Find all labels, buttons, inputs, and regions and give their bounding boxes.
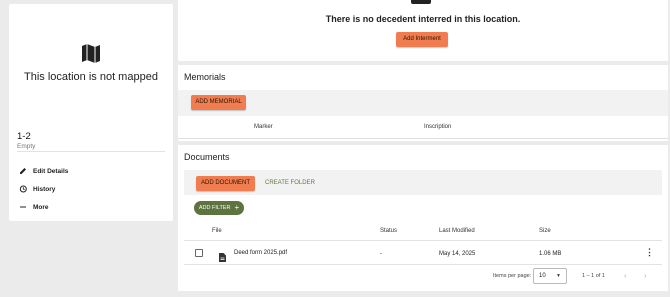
size-column-header[interactable]: Size — [539, 228, 551, 234]
add-filter-button[interactable]: ADD FILTER + — [194, 201, 244, 215]
file-status: - — [380, 251, 382, 257]
memorials-toolbar: ADD MEMORIAL — [178, 90, 668, 116]
file-size: 1.06 MB — [539, 251, 562, 257]
previous-page-icon[interactable]: ‹ — [624, 271, 627, 280]
history-label: History — [33, 185, 56, 193]
inscription-column-header[interactable]: Inscription — [424, 124, 451, 130]
file-last-modified: May 14, 2025 — [439, 251, 476, 257]
documents-title: Documents — [184, 152, 230, 162]
file-column-header[interactable]: File — [212, 228, 222, 234]
more-options-icon[interactable]: ⋮ — [645, 248, 654, 257]
interment-card: There is no decedent interred in this lo… — [178, 0, 668, 61]
add-interment-button[interactable]: Add Interment — [396, 32, 448, 47]
more-label: More — [33, 203, 49, 211]
next-page-icon[interactable]: › — [644, 271, 647, 280]
add-memorial-button[interactable]: ADD MEMORIAL — [191, 95, 246, 110]
add-filter-label: ADD FILTER — [198, 205, 231, 211]
no-decedent-message: There is no decedent interred in this lo… — [325, 14, 521, 24]
edit-details-label: Edit Details — [33, 167, 69, 175]
map-icon — [81, 43, 101, 69]
dash-icon — [19, 203, 27, 211]
documents-card: Documents ADD DOCUMENT CREATE FOLDER ADD… — [178, 145, 668, 291]
more-button[interactable]: More — [19, 203, 49, 211]
plus-icon: + — [234, 203, 240, 212]
divider — [184, 264, 662, 265]
pencil-icon — [19, 167, 27, 175]
documents-toolbar — [184, 170, 662, 195]
memorials-card: Memorials ADD MEMORIAL Marker Inscriptio… — [178, 65, 668, 141]
not-mapped-message: This location is not mapped — [24, 71, 158, 83]
location-status: Empty — [17, 143, 36, 150]
items-per-page-label: Items per page: — [493, 273, 532, 279]
items-per-page-value: 10 — [539, 273, 546, 279]
divider — [17, 151, 165, 152]
edit-details-button[interactable]: Edit Details — [19, 167, 68, 175]
tab-indicator — [411, 0, 431, 4]
row-checkbox[interactable] — [195, 249, 203, 257]
divider — [178, 138, 668, 139]
status-column-header[interactable]: Status — [380, 228, 397, 234]
marker-column-header[interactable]: Marker — [254, 124, 273, 130]
pagination-range: 1 – 1 of 1 — [582, 273, 605, 279]
create-folder-button[interactable]: CREATE FOLDER — [265, 180, 315, 186]
memorials-title: Memorials — [184, 72, 226, 82]
location-name: 1-2 — [17, 131, 31, 142]
last-modified-column-header[interactable]: Last Modified — [439, 228, 475, 234]
history-icon — [19, 185, 27, 193]
file-name[interactable]: Deed form 2025.pdf — [234, 250, 287, 256]
items-per-page-select[interactable]: 10 ▼ — [533, 268, 567, 284]
add-document-button[interactable]: ADD DOCUMENT — [196, 176, 255, 191]
history-button[interactable]: History — [19, 185, 55, 193]
chevron-down-icon: ▼ — [556, 273, 561, 279]
location-card: This location is not mapped 1-2 Empty Ed… — [9, 4, 173, 221]
divider — [184, 240, 662, 241]
